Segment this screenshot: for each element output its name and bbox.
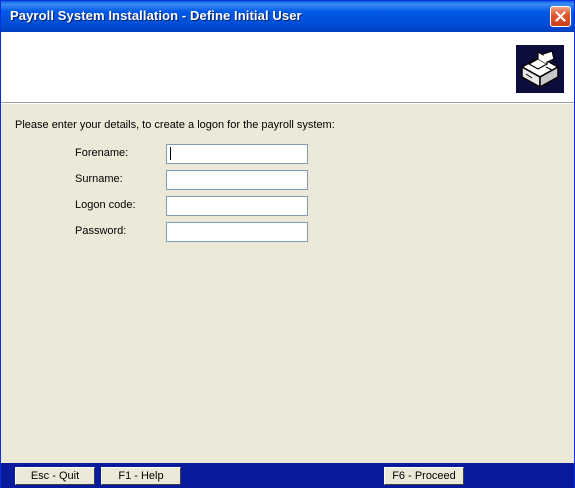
password-field[interactable] [166,222,308,242]
f6-proceed-button[interactable]: F6 - Proceed [384,467,464,485]
f1-help-button[interactable]: F1 - Help [101,467,181,485]
forename-label: Forename: [75,147,129,159]
title-bar[interactable]: Payroll System Installation - Define Ini… [1,1,574,32]
text-caret [170,147,171,160]
surname-label: Surname: [75,173,123,185]
forename-row: Forename: [1,144,575,164]
password-row: Password: [1,222,575,242]
header-panel [1,32,574,103]
window-title: Payroll System Installation - Define Ini… [10,8,302,23]
logon-code-row: Logon code: [1,196,575,216]
function-key-bar: Esc - Quit F1 - Help F6 - Proceed [1,463,574,488]
close-button[interactable] [550,6,571,27]
forename-field[interactable] [166,144,308,164]
logon-code-field[interactable] [166,196,308,216]
logon-code-label: Logon code: [75,199,136,211]
surname-row: Surname: [1,170,575,190]
surname-field[interactable] [166,170,308,190]
intro-text: Please enter your details, to create a l… [15,119,335,131]
password-label: Password: [75,225,127,237]
installer-window: Payroll System Installation - Define Ini… [0,0,575,488]
installer-box-icon [516,45,564,93]
esc-quit-button[interactable]: Esc - Quit [15,467,95,485]
close-icon [555,11,566,22]
header-divider [1,103,574,104]
